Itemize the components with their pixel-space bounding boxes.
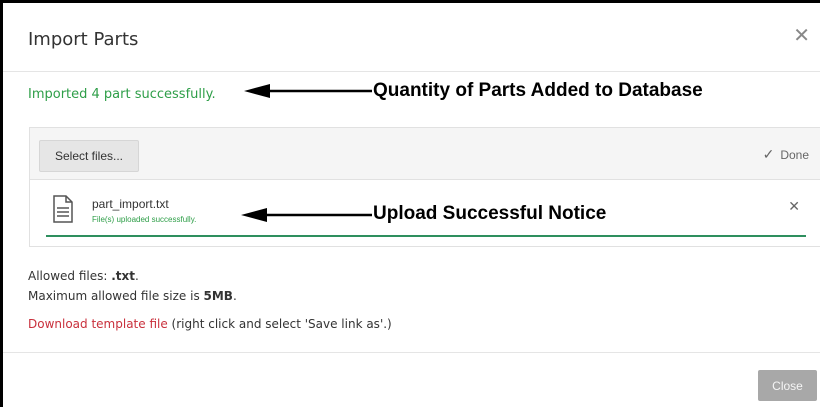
upload-widget: Select files... ✓ Done part_import.txt F… — [29, 127, 820, 247]
annotation-upload: Upload Successful Notice — [373, 203, 607, 224]
file-name: part_import.txt — [92, 197, 169, 211]
done-label: Done — [780, 147, 809, 162]
annotation-quantity: Quantity of Parts Added to Database — [373, 80, 703, 101]
dialog-title: Import Parts — [28, 29, 139, 50]
allowed-files-value: .txt — [111, 269, 136, 283]
remove-file-icon[interactable]: ✕ — [788, 199, 800, 215]
select-files-button[interactable]: Select files... — [39, 140, 139, 172]
allowed-files-suffix: . — [135, 269, 139, 283]
dialog-header: Import Parts ✕ — [3, 3, 820, 72]
download-template-link[interactable]: Download template file — [28, 317, 168, 331]
annotation-arrow-upload — [241, 208, 372, 222]
file-progress-bar — [46, 235, 806, 237]
upload-done-status: ✓ Done — [763, 146, 809, 163]
close-button[interactable]: Close — [758, 370, 817, 401]
max-size-info: Maximum allowed file size is 5MB. — [28, 289, 237, 303]
close-icon[interactable]: ✕ — [793, 25, 810, 45]
upload-toolbar: Select files... ✓ Done — [30, 128, 820, 180]
download-template-info: Download template file (right click and … — [28, 317, 392, 331]
file-icon — [53, 195, 73, 223]
download-template-hint: (right click and select 'Save link as'.) — [167, 317, 392, 331]
import-parts-dialog: Import Parts ✕ Imported 4 part successfu… — [3, 3, 820, 407]
check-icon: ✓ — [762, 146, 775, 162]
allowed-files-prefix: Allowed files: — [28, 269, 112, 283]
annotation-arrow-quantity — [244, 84, 372, 98]
max-size-value: 5MB — [203, 289, 233, 303]
max-size-suffix: . — [232, 289, 237, 303]
max-size-prefix: Maximum allowed file size is — [28, 289, 204, 303]
import-success-message: Imported 4 part successfully. — [28, 87, 216, 102]
allowed-files-info: Allowed files: .txt. — [28, 269, 139, 283]
dialog-footer: Close — [3, 352, 820, 407]
file-upload-status: File(s) uploaded successfully. — [92, 215, 197, 224]
